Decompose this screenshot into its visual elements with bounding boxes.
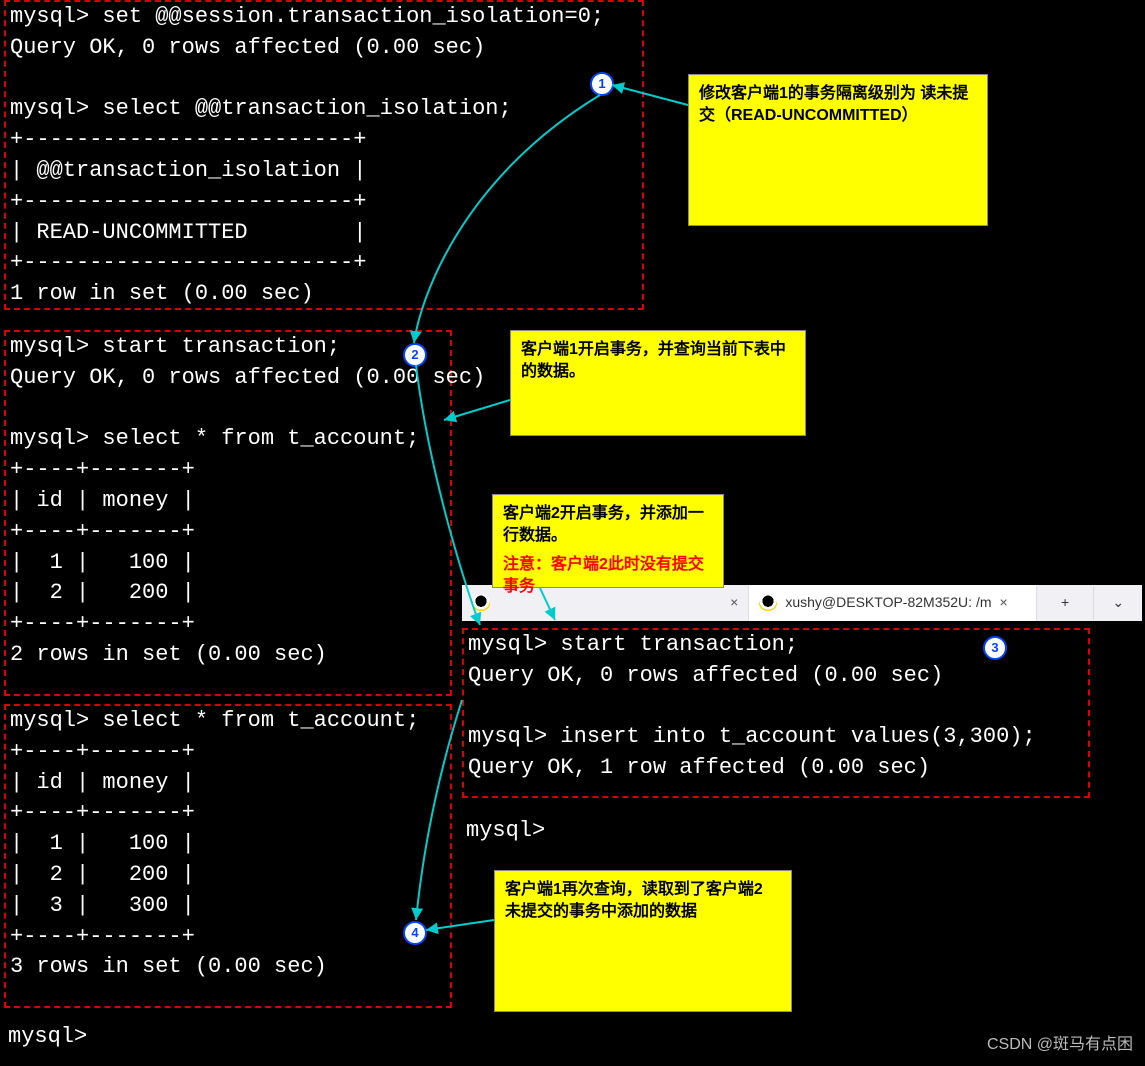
tab-client2[interactable]: xushy@DESKTOP-82M352U: /m ×	[749, 585, 1036, 621]
chevron-down-icon: ⌄	[1112, 593, 1124, 613]
callout-4: 客户端1再次查询，读取到了客户端2 未提交的事务中添加的数据	[494, 870, 792, 1012]
callout-3-line1: 客户端2开启事务，并添加一 行数据。	[503, 503, 713, 548]
new-tab-button[interactable]: +	[1037, 585, 1095, 621]
terminal-box-2: mysql> start transaction; Query OK, 0 ro…	[4, 330, 452, 696]
marker-4: 4	[403, 921, 427, 945]
linux-icon	[472, 594, 490, 612]
callout-3: 客户端2开启事务，并添加一 行数据。 注意：客户端2此时没有提交 事务	[492, 494, 724, 588]
marker-2: 2	[403, 343, 427, 367]
callout-2: 客户端1开启事务，并查询当前下表中 的数据。	[510, 330, 806, 436]
close-icon[interactable]: ×	[1000, 593, 1008, 613]
marker-1: 1	[590, 72, 614, 96]
close-icon[interactable]: ×	[730, 593, 738, 613]
watermark: CSDN @斑马有点困	[987, 1034, 1133, 1056]
terminal-box-3: mysql> select * from t_account; +----+--…	[4, 704, 452, 1008]
callout-3-line2: 注意：客户端2此时没有提交 事务	[503, 554, 713, 599]
callout-1: 修改客户端1的事务隔离级别为 读未提交（READ-UNCOMMITTED）	[688, 74, 988, 226]
marker-3: 3	[983, 636, 1007, 660]
tab-dropdown[interactable]: ⌄	[1094, 585, 1142, 621]
tab-label: xushy@DESKTOP-82M352U: /m	[785, 593, 991, 613]
terminal-box-1: mysql> set @@session.transaction_isolati…	[4, 0, 644, 310]
terminal-prompt-final: mysql>	[8, 1022, 87, 1053]
terminal-prompt-client2: mysql>	[466, 816, 545, 847]
linux-icon	[759, 594, 777, 612]
plus-icon: +	[1061, 593, 1069, 613]
